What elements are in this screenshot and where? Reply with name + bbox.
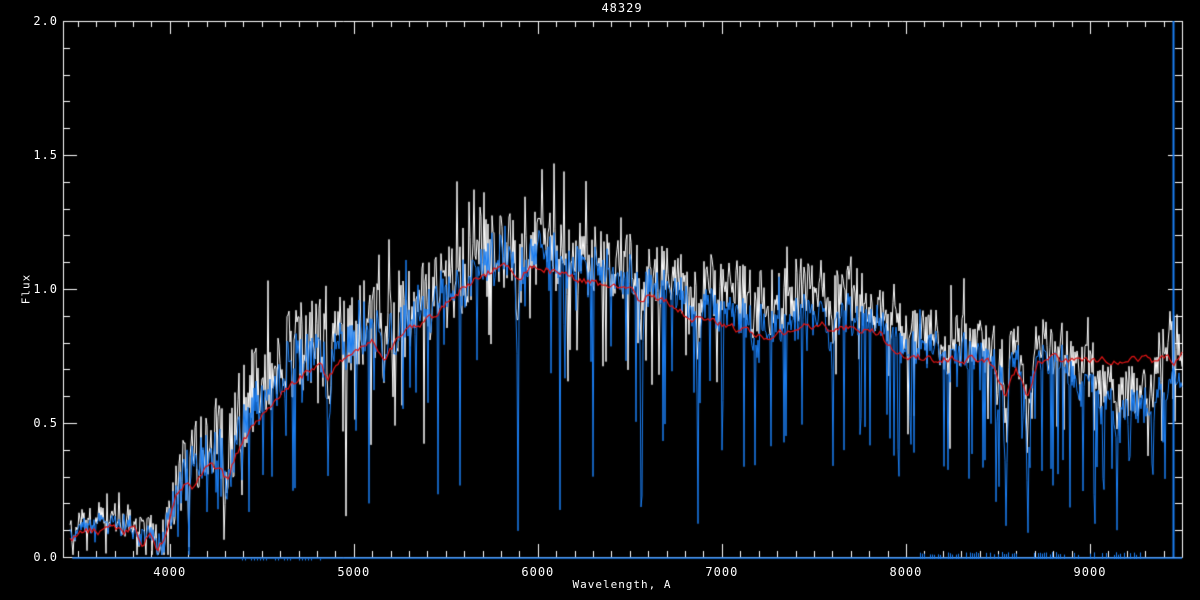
x-tick-label: 4000: [153, 565, 187, 579]
x-tick-label: 6000: [521, 565, 555, 579]
y-axis-label: Flux: [19, 273, 33, 305]
y-tick-label: 0.0: [33, 550, 58, 564]
y-tick-label: 2.0: [33, 14, 58, 28]
y-tick-label: 1.5: [33, 148, 58, 162]
x-tick-label: 9000: [1073, 565, 1107, 579]
x-tick-label: 5000: [337, 565, 371, 579]
x-axis-label: Wavelength, A: [572, 578, 672, 591]
spectrum-plot-canvas: [0, 0, 1200, 600]
spectrum-figure: 48329 Wavelength, A Flux 4000 5000 6000 700…: [0, 0, 1200, 600]
x-tick-label: 8000: [889, 565, 923, 579]
y-tick-label: 1.0: [33, 282, 58, 296]
y-tick-label: 0.5: [33, 416, 58, 430]
chart-title: 48329: [601, 1, 643, 15]
x-tick-label: 7000: [705, 565, 739, 579]
